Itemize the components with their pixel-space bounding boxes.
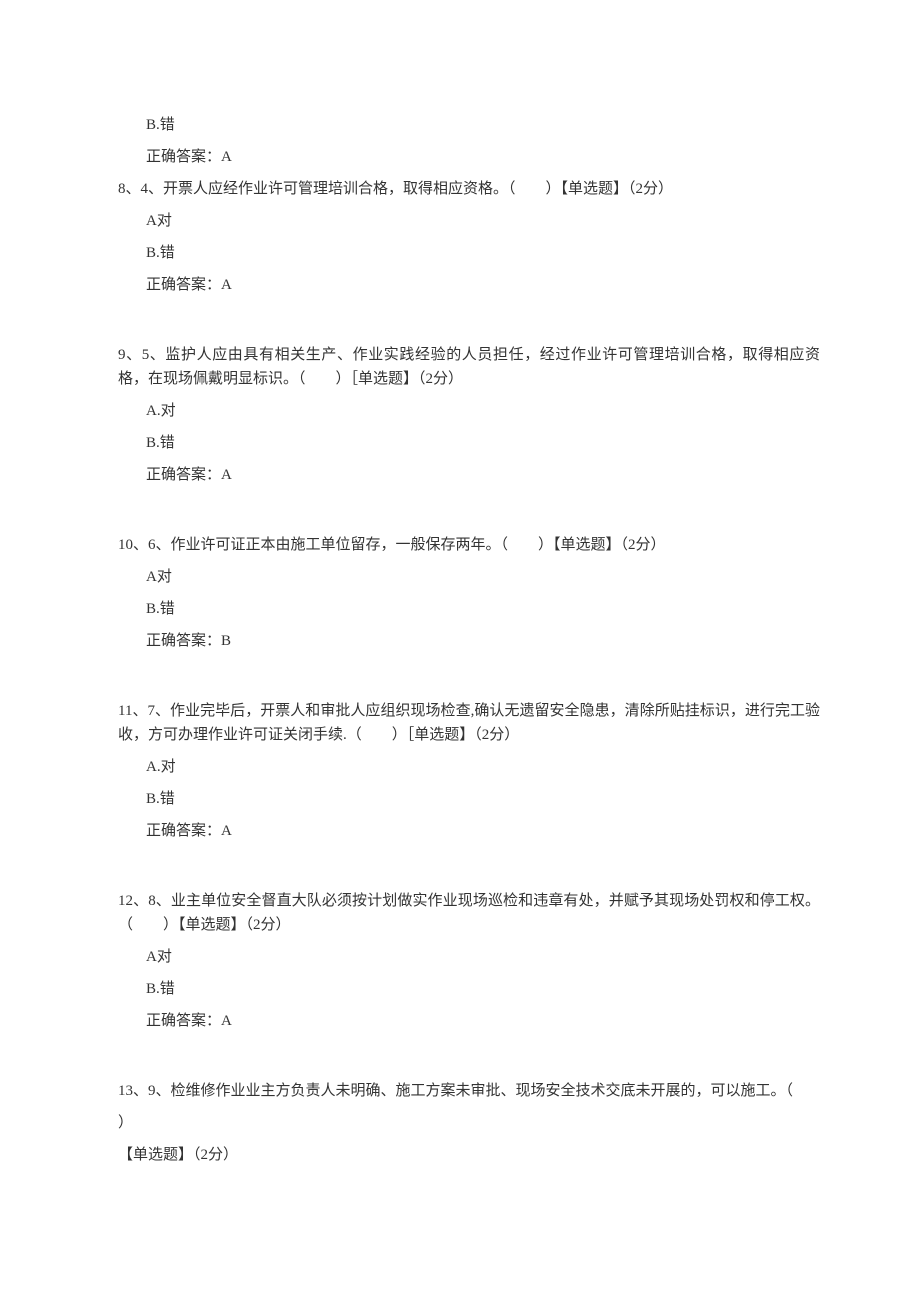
q12-answer: 正确答案：A — [118, 1009, 820, 1033]
q9-text: 9、5、监护人应由具有相关生产、作业实践经验的人员担任，经过作业许可管理培训合格… — [118, 343, 820, 391]
q10-option-b: B.错 — [118, 597, 820, 621]
q10-text: 10、6、作业许可证正本由施工单位留存，一般保存两年。（ ）【单选题】（2分） — [118, 533, 820, 557]
document-page: B.错 正确答案：A 8、4、开票人应经作业许可管理培训合格，取得相应资格。（ … — [0, 0, 920, 1301]
q9-option-b: B.错 — [118, 431, 820, 455]
q8-option-a: A对 — [118, 209, 820, 233]
q9-answer: 正确答案：A — [118, 463, 820, 487]
q11-text: 11、7、作业完毕后，开票人和审批人应组织现场检查,确认无遗留安全隐患，清除所贴… — [118, 699, 820, 747]
q11-option-a: A.对 — [118, 755, 820, 779]
q11-answer: 正确答案：A — [118, 819, 820, 843]
q7-answer: 正确答案：A — [118, 145, 820, 169]
q13-line-2: ） — [118, 1111, 820, 1135]
q7-option-b: B.错 — [118, 113, 820, 137]
q13-line-3: 【单选题】（2分） — [118, 1143, 820, 1167]
q12-option-a: A对 — [118, 945, 820, 969]
q8-option-b: B.错 — [118, 241, 820, 265]
q11-option-b: B.错 — [118, 787, 820, 811]
q12-option-b: B.错 — [118, 977, 820, 1001]
q8-answer: 正确答案：A — [118, 273, 820, 297]
q12-text: 12、8、业主单位安全督直大队必须按计划做实作业现场巡检和违章有处，并赋予其现场… — [118, 889, 820, 937]
q13-line-1: 13、9、检维修作业业主方负责人未明确、施工方案未审批、现场安全技术交底未开展的… — [118, 1079, 820, 1103]
q10-option-a: A对 — [118, 565, 820, 589]
q8-text: 8、4、开票人应经作业许可管理培训合格，取得相应资格。（ ）【单选题】（2分） — [118, 177, 820, 201]
q10-answer: 正确答案：B — [118, 629, 820, 653]
q9-option-a: A.对 — [118, 399, 820, 423]
